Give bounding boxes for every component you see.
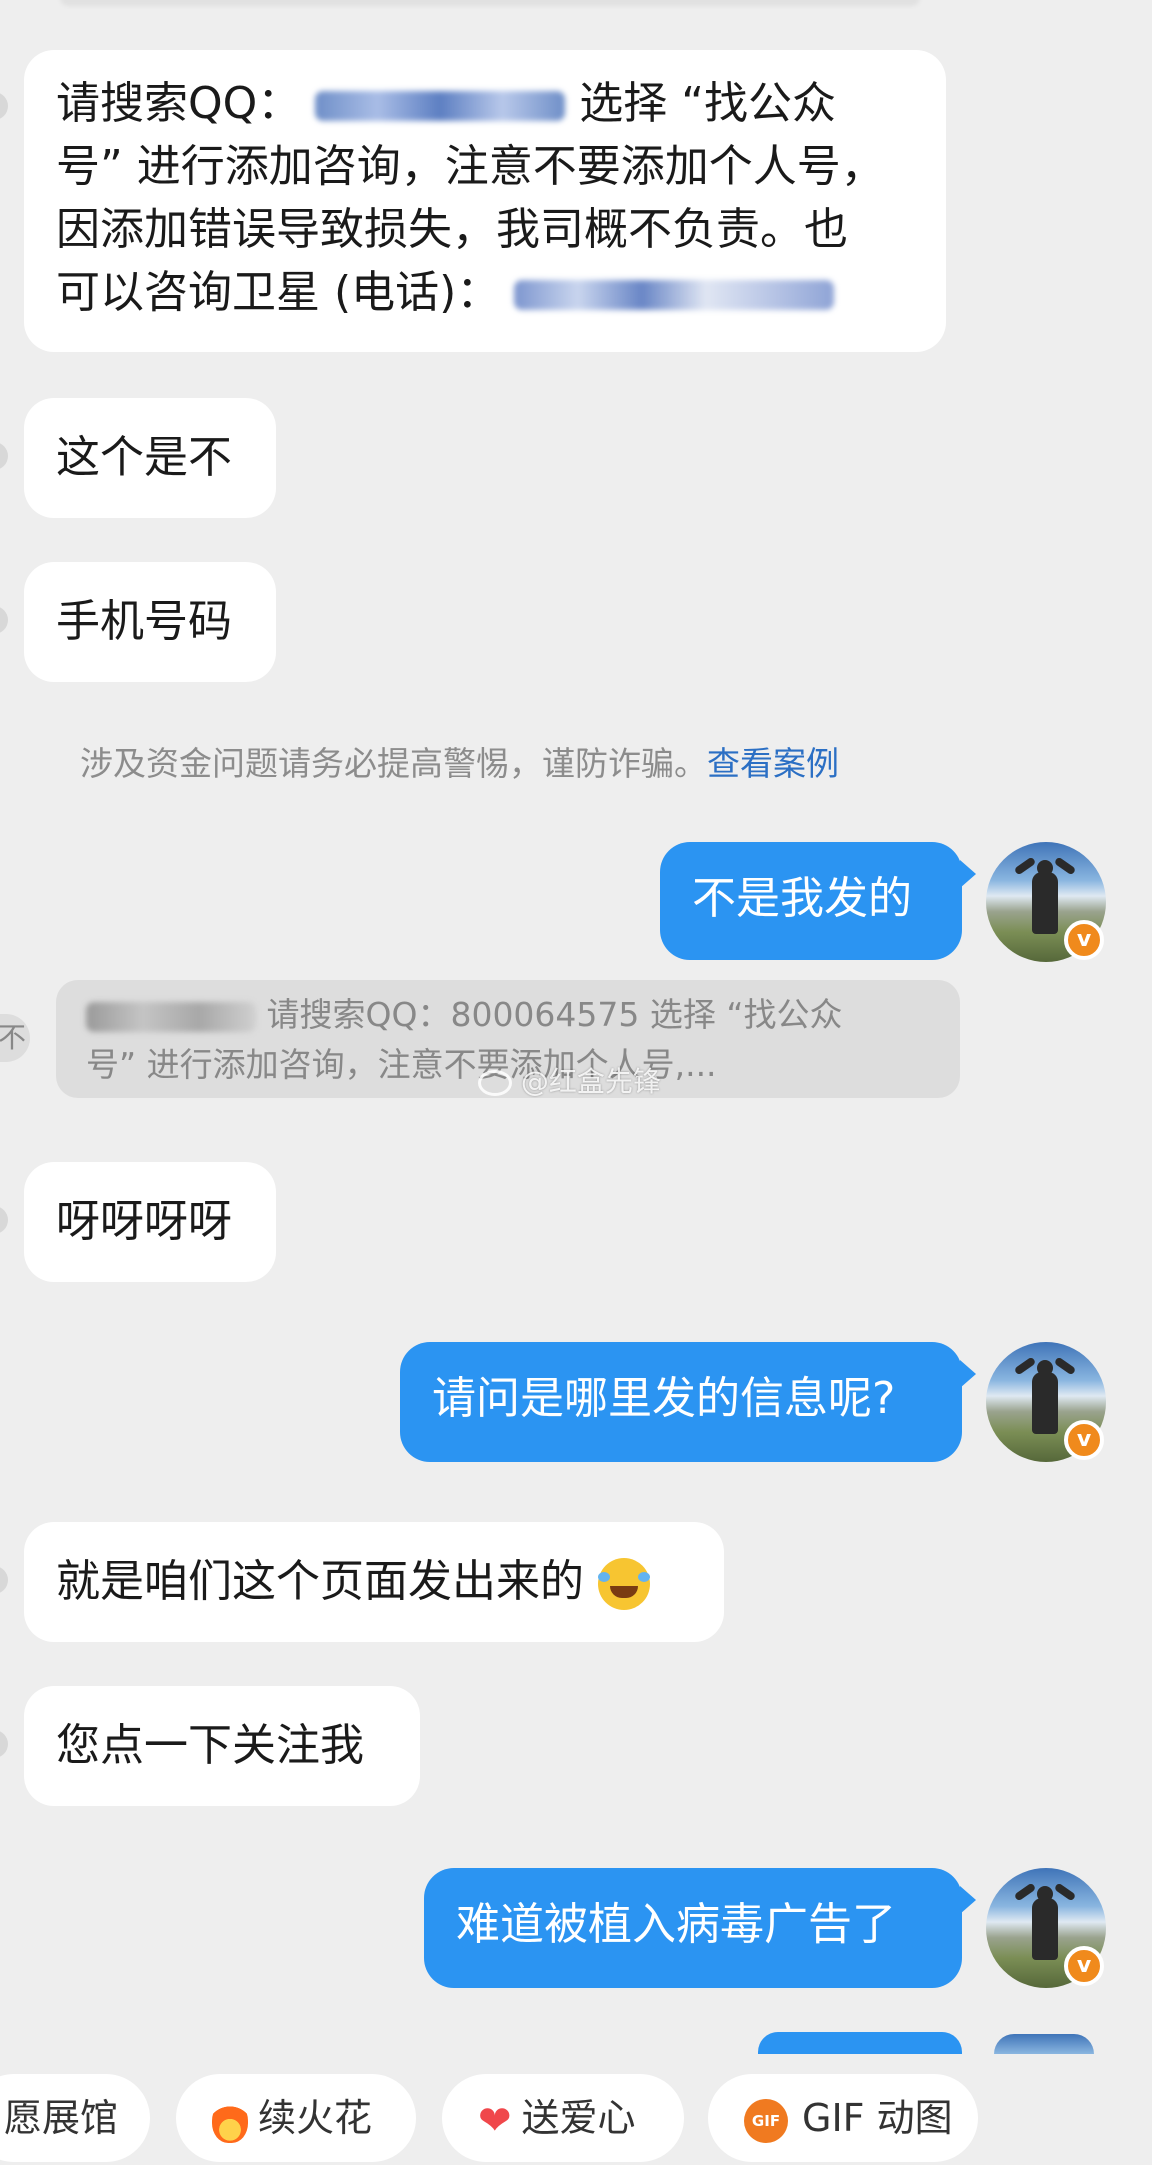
message-bubble-outgoing-partial[interactable] [758,2032,962,2054]
fraud-warning-notice: 涉及资金问题请务必提高警惕，谨防诈骗。查看案例 [80,742,839,786]
watermark-text: @红盒先锋 [520,1065,661,1098]
message-text: 难道被植入病毒广告了 [456,1899,896,1950]
message-bubble-incoming[interactable]: 请搜索QQ： 选择 “找公众 号” 进行添加咨询，注意不要添加个人号， 因添加错… [24,50,946,352]
verified-badge-icon: v [1064,1420,1104,1460]
message-line: 号” 进行添加咨询，注意不要添加个人号， [56,141,885,192]
continue-spark-button[interactable]: 续火花 [176,2074,416,2162]
my-avatar-partial[interactable] [994,2034,1094,2054]
redacted-qq-number [315,91,566,121]
heart-icon: ❤ [478,2097,512,2144]
sender-avatar-edge[interactable] [0,442,8,470]
message-bubble-incoming[interactable]: 您点一下关注我 [24,1686,420,1806]
message-bubble-incoming[interactable]: 就是咱们这个页面发出来的 [24,1522,724,1642]
gif-button[interactable]: GIF GIF 动图 [708,2074,978,2162]
send-heart-button[interactable]: ❤ 送爱心 [442,2074,684,2162]
clipped-previous-line [60,0,920,6]
laughing-crying-emoji-icon [598,1558,650,1610]
quick-action-label: 送爱心 [521,2096,636,2140]
message-line: 请搜索QQ： 选择 “找公众 [56,72,914,135]
verified-badge-icon: v [1064,920,1104,960]
message-text: 不是我发的 [692,873,912,924]
sender-avatar-edge[interactable] [0,606,8,634]
verified-badge-icon: v [1064,1946,1104,1986]
message-text: 请搜索QQ： [56,78,302,129]
sender-avatar-edge[interactable] [0,1730,8,1758]
quote-line: 请搜索QQ：800064575 选择 “找公众 [86,990,930,1040]
message-line: 可以咨询卫星 (电话)： [56,261,914,324]
weibo-logo-icon [478,1070,512,1096]
sender-avatar-edge[interactable] [0,1566,8,1594]
message-text: 选择 “找公众 [579,78,837,129]
quick-action-label: GIF 动图 [802,2096,953,2140]
message-bubble-incoming[interactable]: 呀呀呀呀 [24,1162,276,1282]
redacted-phone-number [514,280,835,310]
sender-avatar-edge[interactable] [0,92,8,120]
message-bubble-outgoing[interactable]: 不是我发的 [660,842,962,960]
message-text: 请问是哪里发的信息呢? [432,1373,896,1424]
quick-action-label: 愿展馆 [4,2096,119,2140]
watermark: @红盒先锋 [478,1060,661,1100]
message-bubble-outgoing[interactable]: 请问是哪里发的信息呢? [400,1342,962,1462]
view-cases-link[interactable]: 查看案例 [707,744,839,783]
flame-icon [212,2098,248,2143]
message-text: 您点一下关注我 [56,1720,364,1771]
quote-text: 请搜索QQ：800064575 选择 “找公众 [266,995,843,1034]
message-bubble-incoming[interactable]: 这个是不 [24,398,276,518]
message-text: 就是咱们这个页面发出来的 [56,1556,584,1607]
quick-action-label: 续火花 [258,2096,373,2140]
quick-action-chip[interactable]: 愿展馆 [0,2074,150,2162]
message-bubble-outgoing[interactable]: 难道被植入病毒广告了 [424,1868,962,1988]
message-text: 呀呀呀呀 [56,1196,232,1247]
bubble-tail [960,1886,976,1914]
message-bubble-incoming[interactable]: 手机号码 [24,562,276,682]
sender-avatar-edge[interactable] [0,1206,8,1234]
redacted-sender-name [86,1001,256,1032]
quote-edge-text: 不 [0,1021,26,1054]
message-text: 可以咨询卫星 (电话)： [56,267,501,318]
message-line: 因添加错误导致损失，我司概不负责。也 [56,204,848,255]
fraud-warning-text: 涉及资金问题请务必提高警惕，谨防诈骗。 [80,744,707,783]
gif-icon: GIF [744,2098,788,2143]
message-text: 手机号码 [56,596,232,647]
bubble-tail [960,860,976,888]
quote-edge-indicator: 不 [0,1014,30,1062]
message-text: 这个是不 [56,432,232,483]
bubble-tail [960,1360,976,1388]
